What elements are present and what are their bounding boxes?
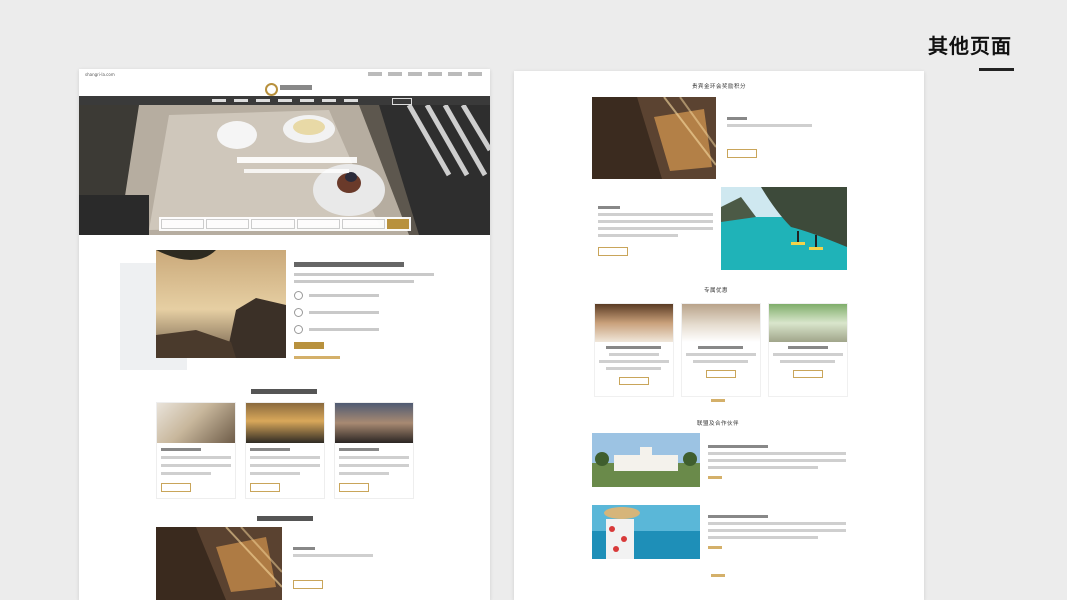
- points-button[interactable]: [293, 580, 323, 589]
- utility-link[interactable]: [468, 72, 482, 76]
- intro-text-block: [294, 262, 454, 359]
- join-button[interactable]: [294, 342, 324, 349]
- offer-button[interactable]: [619, 377, 649, 385]
- utility-bar: shangri-la.com: [79, 69, 490, 80]
- offer-button[interactable]: [706, 370, 736, 378]
- feature-icon: [294, 291, 303, 300]
- utility-link[interactable]: [408, 72, 422, 76]
- utility-link[interactable]: [388, 72, 402, 76]
- destination-input[interactable]: [161, 219, 205, 229]
- nav-item[interactable]: [211, 99, 226, 102]
- feature-item: [294, 291, 454, 300]
- points-earn-button[interactable]: [598, 247, 628, 256]
- guests-select[interactable]: [296, 219, 340, 229]
- main-nav: [79, 96, 490, 105]
- partner-image: [592, 505, 700, 559]
- nav-item[interactable]: [321, 99, 336, 102]
- partner-link[interactable]: [708, 546, 722, 549]
- intro-title: [294, 262, 404, 267]
- utility-links: [368, 72, 482, 76]
- nav-item[interactable]: [233, 99, 248, 102]
- points-redeem-text: [727, 117, 827, 131]
- checkout-date-input[interactable]: [251, 219, 295, 229]
- partner-image: [592, 433, 700, 487]
- offer-image: [595, 304, 673, 342]
- logo-icon[interactable]: [265, 83, 278, 96]
- nav-login-button[interactable]: [392, 98, 412, 105]
- feature-item: [294, 308, 454, 317]
- view-all-offers-link[interactable]: [711, 399, 725, 402]
- offer-card: [245, 402, 325, 499]
- exclusive-offer-card: [681, 303, 761, 397]
- points-text-block: [293, 547, 383, 561]
- feature-icon: [294, 308, 303, 317]
- homepage-mockup: shangri-la.com: [79, 69, 490, 600]
- heading-underline: [979, 68, 1014, 71]
- intro-image: [156, 250, 286, 358]
- nav-item[interactable]: [343, 99, 358, 102]
- points-section-title: [257, 516, 313, 521]
- feature-item: [294, 325, 454, 334]
- offer-image: [335, 403, 413, 443]
- partner-link[interactable]: [708, 476, 722, 479]
- points-image: [156, 527, 282, 600]
- nav-item[interactable]: [299, 99, 314, 102]
- nav-item[interactable]: [277, 99, 292, 102]
- hero-image: [79, 105, 490, 235]
- exclusive-offer-card: [594, 303, 674, 397]
- search-button[interactable]: [387, 219, 410, 229]
- promo-code-input[interactable]: [341, 219, 386, 229]
- section-heading: 其他页面: [928, 34, 1012, 58]
- utility-link[interactable]: [368, 72, 382, 76]
- partners-section-title: 联盟及合作伙伴: [697, 421, 740, 427]
- offer-image: [157, 403, 235, 443]
- nav-item[interactable]: [255, 99, 270, 102]
- offer-image: [769, 304, 847, 342]
- exclusive-offer-card: [768, 303, 848, 397]
- points-earn-text: [598, 206, 713, 241]
- logo-wordmark: [280, 85, 312, 90]
- offer-button[interactable]: [161, 483, 191, 492]
- hero-banner: [79, 105, 490, 235]
- offer-image: [682, 304, 760, 342]
- points-redeem-image: [592, 97, 716, 179]
- points-earn-image: [721, 187, 847, 270]
- utility-link[interactable]: [428, 72, 442, 76]
- rewards-page-mockup: 贵宾金环会奖励积分 专属优惠 联盟及合作伙伴: [514, 71, 924, 600]
- offer-button[interactable]: [793, 370, 823, 378]
- booking-search-bar: [159, 217, 411, 231]
- offer-image: [246, 403, 324, 443]
- view-all-partners-link[interactable]: [711, 574, 725, 577]
- points-section-title: 贵宾金环会奖励积分: [692, 84, 747, 90]
- offer-card: [156, 402, 236, 499]
- offers-section-title: [251, 389, 317, 394]
- utility-link[interactable]: [448, 72, 462, 76]
- learn-more-link[interactable]: [294, 356, 340, 359]
- partner-text: [708, 515, 846, 543]
- points-redeem-button[interactable]: [727, 149, 757, 158]
- feature-icon: [294, 325, 303, 334]
- offer-button[interactable]: [250, 483, 280, 492]
- offer-card: [334, 402, 414, 499]
- checkin-date-input[interactable]: [206, 219, 250, 229]
- partner-text: [708, 445, 846, 473]
- offer-button[interactable]: [339, 483, 369, 492]
- offers-section-title: 专属优惠: [704, 288, 729, 294]
- site-domain: shangri-la.com: [85, 72, 115, 77]
